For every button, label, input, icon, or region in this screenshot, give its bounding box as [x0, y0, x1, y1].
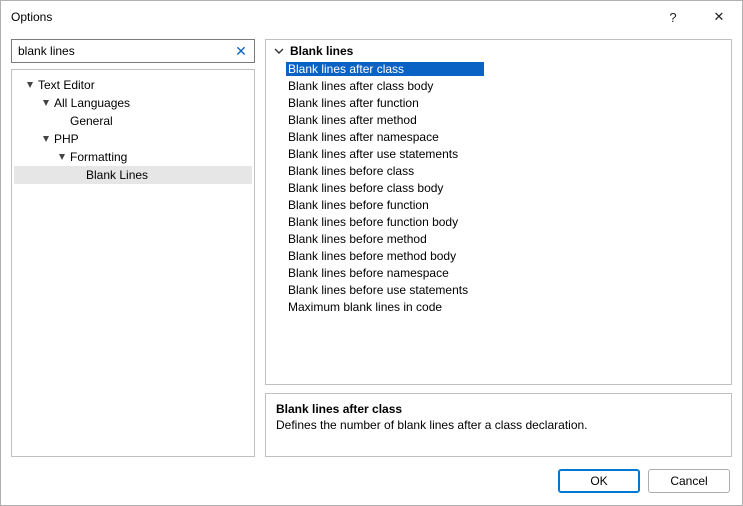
tree-item[interactable]: General	[14, 112, 252, 130]
tree-item[interactable]: PHP	[14, 130, 252, 148]
expand-collapse-icon[interactable]	[40, 97, 52, 109]
ok-button[interactable]: OK	[558, 469, 640, 493]
setting-label: Blank lines before class	[288, 164, 486, 178]
titlebar: Options ? ✕	[1, 1, 742, 33]
tree-item[interactable]: All Languages	[14, 94, 252, 112]
setting-label: Blank lines after class	[286, 62, 484, 76]
tree-item-label: Text Editor	[38, 78, 95, 92]
tree-item-label: Formatting	[70, 150, 127, 164]
tree-item-label: PHP	[54, 132, 79, 146]
settings-group-label: Blank lines	[290, 44, 353, 58]
help-button[interactable]: ?	[650, 1, 696, 33]
setting-label: Blank lines after method	[288, 113, 486, 127]
window-title: Options	[11, 10, 650, 24]
tree-item[interactable]: Blank Lines	[14, 166, 252, 184]
chevron-down-icon	[272, 44, 286, 58]
tree-item-label: General	[70, 114, 113, 128]
close-button[interactable]: ✕	[696, 1, 742, 33]
help-icon: ?	[669, 10, 676, 25]
expand-collapse-icon[interactable]	[56, 151, 68, 163]
setting-row[interactable]: Blank lines after method	[266, 111, 731, 128]
settings-panel: Blank lines Blank lines after classBlank…	[265, 39, 732, 385]
tree-item-label: Blank Lines	[86, 168, 148, 182]
left-column: ✕ Text Editor All Languages General PHP Form…	[11, 39, 255, 457]
dialog-body: ✕ Text Editor All Languages General PHP Form…	[1, 33, 742, 457]
setting-label: Blank lines after function	[288, 96, 486, 110]
setting-row[interactable]: Blank lines before function	[266, 196, 731, 213]
clear-search-button[interactable]: ✕	[231, 39, 251, 63]
setting-label: Blank lines before use statements	[288, 283, 486, 297]
setting-row[interactable]: Blank lines after namespace	[266, 128, 731, 145]
options-dialog: Options ? ✕ ✕ Text Editor All Languages Ge…	[0, 0, 743, 506]
setting-row[interactable]: Blank lines before method body	[266, 247, 731, 264]
tree-item[interactable]: Formatting	[14, 148, 252, 166]
setting-label: Blank lines after class body	[288, 79, 486, 93]
settings-list: Blank lines after class Blank lines after…	[266, 60, 731, 315]
setting-label: Blank lines before method	[288, 232, 486, 246]
search-input[interactable]	[11, 39, 255, 63]
setting-row[interactable]: Blank lines after function	[266, 94, 731, 111]
setting-row[interactable]: Blank lines before namespace	[266, 264, 731, 281]
cancel-button[interactable]: Cancel	[648, 469, 730, 493]
search-wrap: ✕	[11, 39, 255, 63]
dialog-footer: OK Cancel	[1, 457, 742, 505]
setting-row[interactable]: Blank lines before method	[266, 230, 731, 247]
setting-label: Blank lines after namespace	[288, 130, 486, 144]
description-panel: Blank lines after class Defines the numb…	[265, 393, 732, 457]
clear-icon: ✕	[235, 43, 247, 60]
description-text: Defines the number of blank lines after …	[276, 418, 721, 432]
tree-twisty-spacer	[72, 169, 84, 181]
setting-row[interactable]: Blank lines after class	[266, 60, 731, 77]
setting-row[interactable]: Maximum blank lines in code	[266, 298, 731, 315]
tree-item-label: All Languages	[54, 96, 130, 110]
setting-row[interactable]: Blank lines before class body	[266, 179, 731, 196]
right-column: Blank lines Blank lines after classBlank…	[265, 39, 732, 457]
setting-label: Blank lines before method body	[288, 249, 486, 263]
close-icon: ✕	[714, 9, 725, 25]
setting-label: Maximum blank lines in code	[288, 300, 486, 314]
setting-row[interactable]: Blank lines before use statements	[266, 281, 731, 298]
options-tree[interactable]: Text Editor All Languages General PHP Format…	[11, 69, 255, 457]
expand-collapse-icon[interactable]	[24, 79, 36, 91]
tree-twisty-spacer	[56, 115, 68, 127]
description-title: Blank lines after class	[276, 402, 721, 416]
setting-label: Blank lines before function body	[288, 215, 486, 229]
setting-label: Blank lines before namespace	[288, 266, 486, 280]
expand-collapse-icon[interactable]	[40, 133, 52, 145]
setting-row[interactable]: Blank lines before class	[266, 162, 731, 179]
tree-item[interactable]: Text Editor	[14, 76, 252, 94]
setting-row[interactable]: Blank lines before function body	[266, 213, 731, 230]
settings-group-header[interactable]: Blank lines	[266, 40, 731, 60]
setting-label: Blank lines before function	[288, 198, 486, 212]
setting-row[interactable]: Blank lines after use statements	[266, 145, 731, 162]
setting-row[interactable]: Blank lines after class body	[266, 77, 731, 94]
setting-label: Blank lines after use statements	[288, 147, 486, 161]
setting-label: Blank lines before class body	[288, 181, 486, 195]
